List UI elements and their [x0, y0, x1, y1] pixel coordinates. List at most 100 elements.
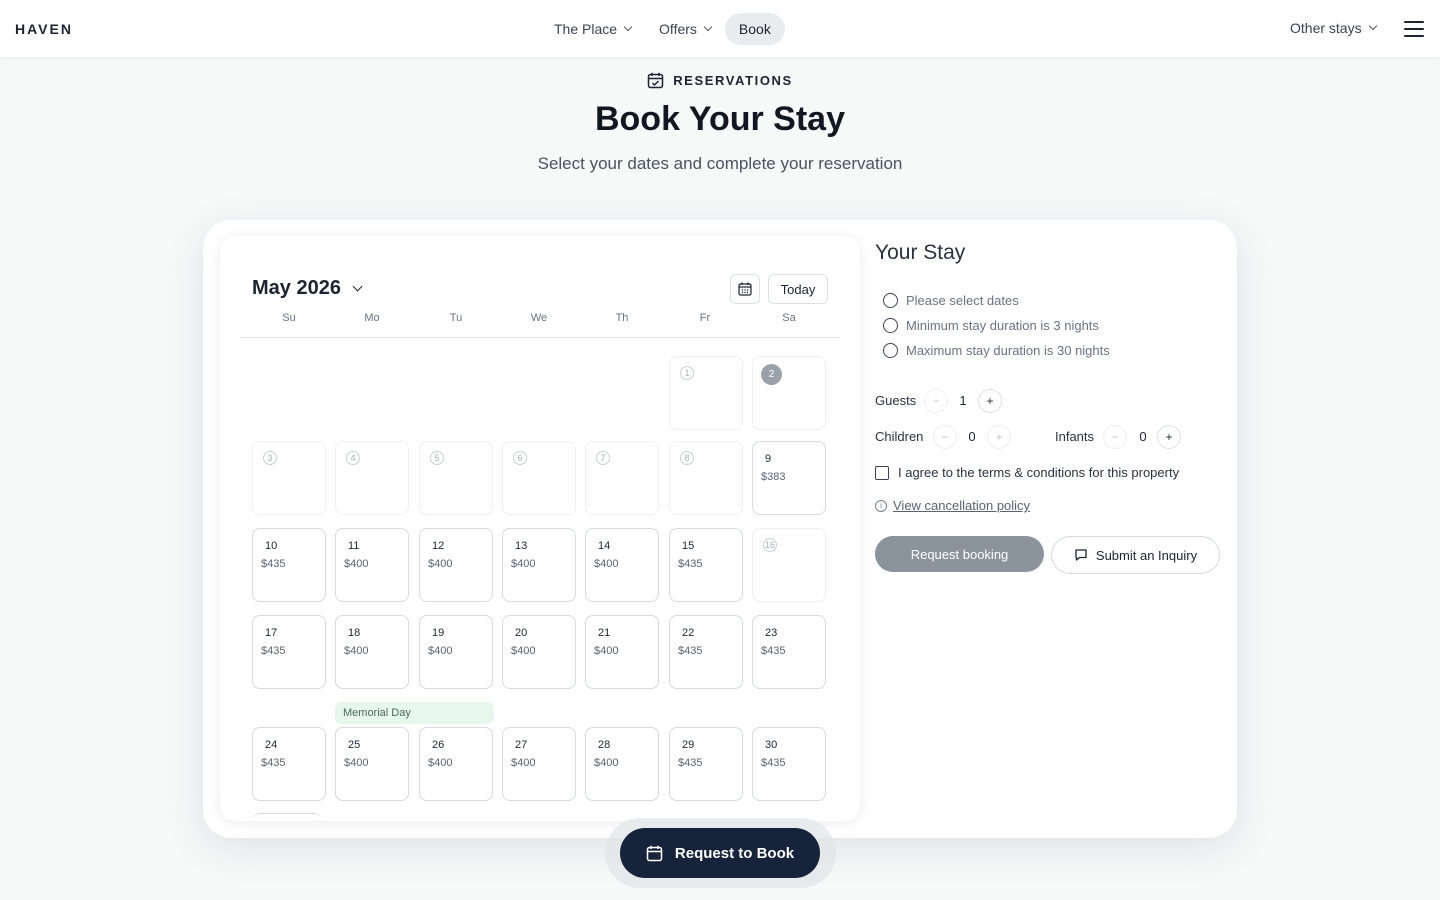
submit-inquiry-button[interactable]: Submit an Inquiry — [1051, 536, 1220, 574]
chevron-down-icon — [1368, 21, 1377, 31]
day-number: 17 — [265, 627, 278, 639]
calendar-day-13[interactable]: 13 $400 — [502, 528, 576, 602]
day-price: $400 — [511, 558, 536, 570]
month-selector[interactable]: May 2026 — [252, 277, 363, 300]
calendar-day-7: 7 — [585, 441, 659, 515]
day-price: $400 — [344, 558, 369, 570]
calendar-day-19[interactable]: 19 $400 — [419, 615, 493, 689]
calendar-day-23[interactable]: 23 $435 — [752, 615, 826, 689]
menu-icon[interactable] — [1404, 21, 1424, 37]
weekday-label: Tu — [449, 312, 463, 324]
requirement-text: Minimum stay duration is 3 nights — [906, 318, 1099, 333]
day-number: 4 — [346, 451, 360, 465]
request-booking-button[interactable]: Request booking — [875, 536, 1044, 572]
other-stays-dropdown[interactable]: Other stays — [1290, 20, 1377, 36]
day-price: $435 — [261, 645, 286, 657]
page-title: Book Your Stay — [594, 100, 846, 138]
calendar-day-8: 8 — [669, 441, 743, 515]
calendar-day-26[interactable]: 26 $400 — [419, 727, 493, 801]
day-number: 12 — [432, 540, 445, 552]
calendar-day-17[interactable]: 17 $435 — [252, 615, 326, 689]
day-price: $400 — [428, 645, 453, 657]
day-number: 25 — [348, 739, 361, 751]
calendar-day-14[interactable]: 14 $400 — [585, 528, 659, 602]
chevron-down-icon — [623, 22, 633, 32]
calendar-day-24[interactable]: 24 $435 — [252, 727, 326, 801]
guests-decrement-button[interactable]: − — [924, 389, 948, 413]
day-number: 9 — [765, 453, 772, 465]
day-number: 11 — [348, 540, 360, 552]
terms-checkbox[interactable] — [875, 465, 889, 480]
calendar-day-15[interactable]: 15 $435 — [669, 528, 743, 602]
guests-increment-button[interactable]: + — [978, 389, 1002, 413]
submit-inquiry-label: Submit an Inquiry — [1095, 547, 1198, 563]
calendar-day-9[interactable]: 9 $383 — [752, 441, 826, 515]
nav-item-the-place[interactable]: The Place — [540, 13, 645, 45]
calendar-day-18[interactable]: 18 $400 — [335, 615, 409, 689]
calendar-day-20[interactable]: 20 $400 — [502, 615, 576, 689]
nav-item-book[interactable]: Book — [724, 13, 785, 45]
day-number: 16 — [763, 538, 777, 552]
nav-item-offers[interactable]: Offers — [645, 13, 725, 45]
calendar-day-3: 3 — [252, 441, 326, 515]
cancellation-policy-link[interactable]: View cancellation policy — [893, 498, 1030, 513]
calendar-day-4: 4 — [335, 441, 409, 515]
infants-value: 0 — [1139, 429, 1147, 444]
day-price: $435 — [761, 757, 786, 769]
requirement-item: Please select dates — [883, 293, 1019, 308]
day-number: 20 — [515, 627, 528, 639]
calendar-day-27[interactable]: 27 $400 — [502, 727, 576, 801]
day-price: $400 — [511, 757, 536, 769]
calendar-day-6: 6 — [502, 441, 576, 515]
day-number: 3 — [263, 451, 277, 465]
infants-label: Infants — [1055, 429, 1095, 444]
day-price: $435 — [261, 558, 286, 570]
chevron-down-icon — [703, 22, 713, 32]
weekday-label: Sa — [782, 312, 796, 324]
children-decrement-button[interactable]: − — [933, 425, 957, 449]
weekday-header: Su Mo Tu We Th Fr Sa — [252, 312, 830, 332]
calendar-day-29[interactable]: 29 $435 — [669, 727, 743, 801]
calendar-day-22[interactable]: 22 $435 — [669, 615, 743, 689]
calendar-day-21[interactable]: 21 $400 — [585, 615, 659, 689]
day-price: $400 — [594, 645, 619, 657]
request-to-book-button[interactable]: Request to Book — [620, 828, 820, 878]
circle-icon — [883, 318, 898, 333]
date-picker-button[interactable] — [730, 274, 760, 304]
day-price: $400 — [428, 757, 453, 769]
day-number: 14 — [598, 540, 611, 552]
calendar-check-icon — [647, 72, 664, 89]
day-number: 10 — [265, 540, 278, 552]
guests-value: 1 — [959, 393, 967, 408]
day-number: 2 — [761, 364, 782, 385]
day-number: 18 — [348, 627, 361, 639]
calendar-day-1: 1 — [669, 356, 743, 430]
circle-icon — [883, 293, 898, 308]
day-number: 23 — [765, 627, 778, 639]
day-price: $400 — [428, 558, 453, 570]
day-price: $400 — [344, 757, 369, 769]
nav-item-label: Offers — [659, 21, 697, 37]
day-price: $435 — [678, 757, 703, 769]
brand-logo[interactable]: HAVEN — [15, 21, 73, 37]
children-increment-button[interactable]: + — [987, 425, 1011, 449]
calendar-day-25[interactable]: 25 $400 — [335, 727, 409, 801]
calendar-day-30[interactable]: 30 $435 — [752, 727, 826, 801]
info-icon: i — [875, 499, 887, 512]
section-eyebrow: RESERVATIONS — [0, 72, 1440, 89]
calendar-icon — [738, 282, 752, 296]
calendar-day-10[interactable]: 10 $435 — [252, 528, 326, 602]
today-button[interactable]: Today — [768, 274, 828, 304]
day-price: $435 — [678, 645, 703, 657]
terms-row: I agree to the terms & conditions for th… — [875, 465, 1179, 480]
day-number: 8 — [680, 451, 694, 465]
cancellation-policy-row: i View cancellation policy — [875, 498, 1030, 513]
infants-increment-button[interactable]: + — [1157, 425, 1181, 449]
calendar-day-12[interactable]: 12 $400 — [419, 528, 493, 602]
infants-decrement-button[interactable]: − — [1103, 425, 1127, 449]
calendar-day-28[interactable]: 28 $400 — [585, 727, 659, 801]
children-value: 0 — [968, 429, 976, 444]
requirement-item: Minimum stay duration is 3 nights — [883, 318, 1099, 333]
message-icon — [1075, 549, 1087, 561]
calendar-day-11[interactable]: 11 $400 — [335, 528, 409, 602]
